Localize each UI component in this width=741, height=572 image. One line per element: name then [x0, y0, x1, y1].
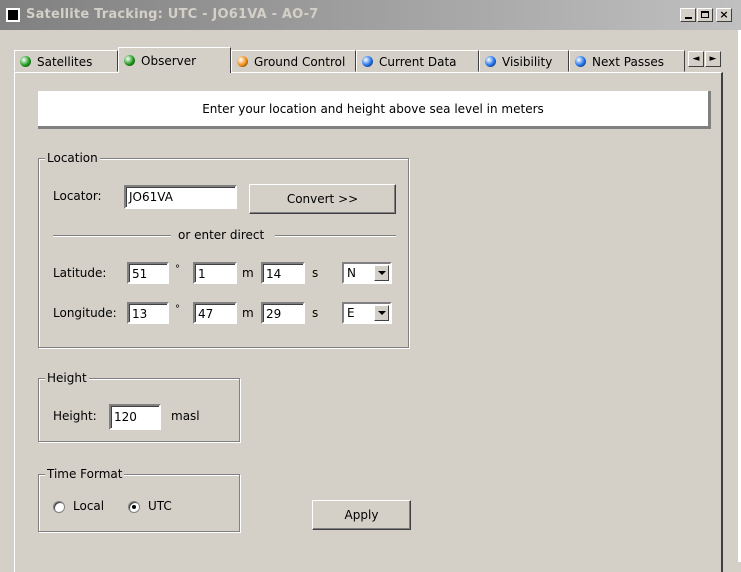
tab-label: Next Passes	[592, 55, 664, 69]
seconds-unit: s	[312, 306, 319, 320]
latitude-hemisphere-select[interactable]: N	[342, 262, 392, 284]
tab-label: Ground Control	[254, 55, 346, 69]
title-bar: Satellite Tracking: UTC - JO61VA - AO-7 …	[0, 0, 741, 30]
app-icon[interactable]	[6, 8, 20, 22]
maximize-icon	[701, 11, 709, 18]
height-unit: masl	[171, 409, 200, 423]
latitude-degrees-input[interactable]: 51	[127, 262, 169, 284]
longitude-degrees-input[interactable]: 13	[127, 302, 169, 324]
blue-status-dot-icon	[485, 56, 496, 67]
height-label: Height:	[53, 409, 97, 423]
tab-label: Current Data	[379, 55, 457, 69]
apply-button[interactable]: Apply	[312, 500, 411, 530]
tab-bar: Satellites Observer Ground Control Curre…	[14, 47, 724, 73]
radio-utc-label: UTC	[148, 499, 172, 513]
instruction-banner: Enter your location and height above sea…	[38, 91, 711, 129]
longitude-label: Longitude:	[53, 306, 117, 320]
latitude-label: Latitude:	[53, 266, 107, 280]
separator-line-left	[53, 235, 171, 237]
green-status-dot-icon	[20, 56, 31, 67]
radio-utc-icon[interactable]	[128, 501, 140, 513]
radio-local-icon[interactable]	[53, 501, 65, 513]
longitude-seconds-input[interactable]: 29	[261, 302, 305, 324]
tab-ground-control[interactable]: Ground Control	[231, 50, 356, 72]
height-legend: Height	[45, 371, 89, 385]
minutes-unit: m	[242, 306, 254, 320]
tab-scroll-left-button[interactable]: ◄	[688, 51, 704, 67]
tab-observer[interactable]: Observer	[118, 47, 231, 73]
seconds-unit: s	[312, 266, 319, 280]
convert-button[interactable]: Convert >>	[249, 184, 396, 214]
blue-status-dot-icon	[362, 56, 373, 67]
time-format-legend: Time Format	[45, 467, 125, 481]
tab-scroll-right-button[interactable]: ►	[705, 51, 721, 67]
height-group: Height Height: 120 masl	[38, 371, 240, 442]
tab-satellites[interactable]: Satellites	[14, 50, 118, 72]
chevron-down-icon[interactable]	[374, 265, 389, 281]
latitude-minutes-input[interactable]: 1	[193, 262, 237, 284]
maximize-button[interactable]	[697, 8, 713, 22]
degree-unit: °	[175, 264, 180, 275]
radio-local-label: Local	[73, 499, 105, 513]
separator-line-right	[275, 235, 396, 237]
degree-unit: °	[175, 304, 180, 315]
locator-label: Locator:	[53, 189, 102, 203]
window-title: Satellite Tracking: UTC - JO61VA - AO-7	[26, 7, 319, 22]
hemisphere-value: N	[347, 266, 356, 280]
hemisphere-value: E	[347, 306, 355, 320]
tab-current-data[interactable]: Current Data	[356, 50, 479, 72]
arrow-right-icon: ►	[709, 54, 717, 64]
close-button[interactable]: ×	[716, 8, 732, 22]
tab-label: Satellites	[37, 55, 93, 69]
longitude-minutes-input[interactable]: 47	[193, 302, 237, 324]
tab-label: Observer	[141, 54, 197, 68]
close-icon: ×	[719, 8, 729, 21]
tab-next-passes[interactable]: Next Passes	[569, 50, 685, 72]
height-input[interactable]: 120	[109, 404, 161, 430]
locator-input[interactable]: JO61VA	[124, 185, 237, 209]
arrow-left-icon: ◄	[692, 54, 700, 64]
location-legend: Location	[45, 151, 100, 165]
minimize-icon	[684, 17, 692, 19]
green-status-dot-icon	[124, 55, 135, 66]
minutes-unit: m	[242, 266, 254, 280]
orange-status-dot-icon	[237, 56, 248, 67]
tab-visibility[interactable]: Visibility	[479, 50, 569, 72]
latitude-seconds-input[interactable]: 14	[261, 262, 305, 284]
tab-label: Visibility	[502, 55, 553, 69]
separator-text: or enter direct	[178, 228, 265, 242]
chevron-down-icon[interactable]	[374, 305, 389, 321]
longitude-hemisphere-select[interactable]: E	[342, 302, 392, 324]
location-group: Location Locator: JO61VA Convert >> or e…	[38, 151, 409, 348]
blue-status-dot-icon	[575, 56, 586, 67]
time-format-group: Time Format Local UTC	[38, 467, 240, 532]
minimize-button[interactable]	[680, 8, 696, 22]
